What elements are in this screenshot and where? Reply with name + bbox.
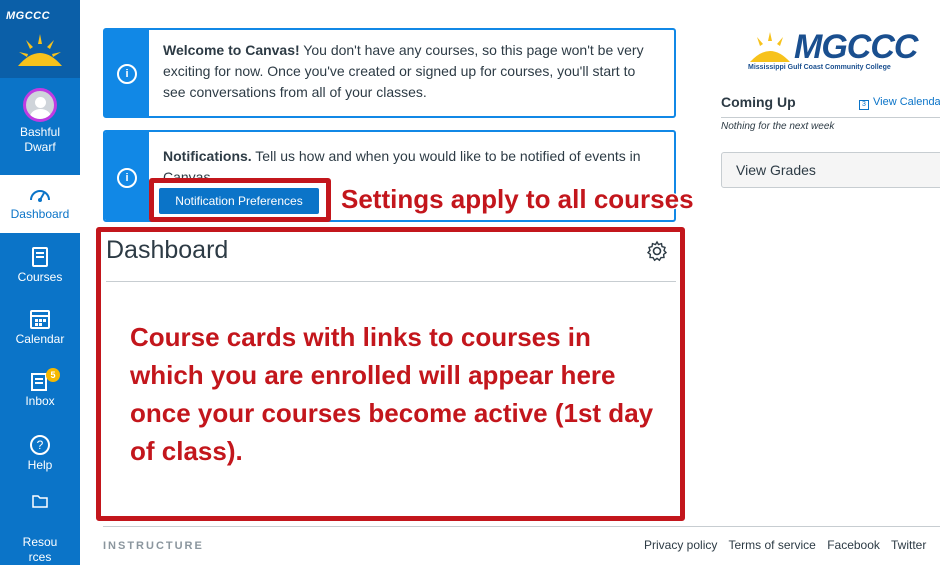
sun-logo-icon	[750, 32, 790, 62]
help-icon: ?	[30, 435, 50, 455]
footer-divider	[103, 526, 940, 527]
global-nav: MGCCC Bashful Dwarf Dashboard Courses Ca…	[0, 0, 80, 565]
annotation-settings: Settings apply to all courses	[341, 184, 694, 214]
sidebar-item-label-line1: Resou	[22, 535, 58, 549]
sidebar-item-dashboard[interactable]: Dashboard	[0, 175, 80, 233]
sidebar-item-resources[interactable]: Resou rces	[0, 535, 80, 565]
privacy-policy-link[interactable]: Privacy policy	[644, 538, 717, 552]
divider	[721, 117, 940, 118]
sidebar-item-inbox[interactable]: 5 Inbox	[0, 368, 80, 418]
dashboard-icon	[30, 190, 50, 202]
folder-icon	[32, 495, 48, 508]
book-icon	[32, 247, 48, 267]
avatar	[23, 88, 57, 122]
account-name-line2: Dwarf	[24, 140, 56, 154]
sidebar-item-label: Help	[27, 458, 53, 472]
annotation-cards: Course cards with links to courses in wh…	[130, 322, 654, 466]
welcome-message: Welcome to Canvas! You don't have any co…	[163, 40, 660, 103]
alert-stripe: i	[105, 30, 149, 116]
sidebar-item-label: Inbox	[25, 394, 55, 408]
coming-up-empty: Nothing for the next week	[721, 121, 835, 132]
unread-badge: 5	[46, 368, 60, 382]
sidebar-item-account[interactable]: Bashful Dwarf	[0, 88, 80, 168]
sidebar-item-calendar[interactable]: Calendar	[0, 308, 80, 356]
sidebar-item-label: Calendar	[15, 332, 65, 346]
footer-links: Privacy policy Terms of service Facebook…	[644, 538, 934, 552]
college-brand-logo: MGCCC Mississippi Gulf Coast Community C…	[746, 28, 940, 78]
view-calendar-label: View Calendar	[873, 96, 940, 108]
annotation-box-settings	[149, 178, 331, 222]
terms-of-service-link[interactable]: Terms of service	[728, 538, 815, 552]
twitter-link[interactable]: Twitter	[891, 538, 926, 552]
welcome-title: Welcome to Canvas!	[163, 42, 300, 58]
coming-up-heading: Coming Up	[721, 94, 796, 110]
facebook-link[interactable]: Facebook	[827, 538, 880, 552]
alert-stripe: i	[105, 132, 149, 220]
calendar-icon: 3	[859, 100, 869, 110]
sidebar-item-label: Dashboard	[10, 207, 70, 221]
sidebar-item-help[interactable]: ? Help	[0, 434, 80, 482]
view-calendar-link[interactable]: 3 View Calendar	[859, 96, 940, 110]
sidebar-item-courses[interactable]: Courses	[0, 246, 80, 294]
view-grades-button[interactable]: View Grades	[721, 152, 940, 188]
sidebar-item-label: Courses	[17, 270, 63, 284]
account-name-line1: Bashful	[19, 125, 61, 139]
sun-logo-icon	[18, 34, 62, 66]
sidebar-item-label-line2: rces	[28, 550, 52, 564]
svg-text:?: ?	[37, 438, 44, 452]
brand-name: MGCCC	[794, 28, 918, 66]
instructure-logo[interactable]: INSTRUCTURE	[103, 540, 204, 552]
calendar-icon	[30, 310, 50, 329]
info-icon: i	[117, 64, 137, 84]
brand-subtitle: Mississippi Gulf Coast Community College	[748, 64, 891, 71]
notifications-title: Notifications.	[163, 148, 252, 164]
welcome-alert: i Welcome to Canvas! You don't have any …	[103, 28, 676, 118]
logo-text: MGCCC	[6, 10, 51, 22]
info-icon: i	[117, 168, 137, 188]
sidebar-item-folder[interactable]	[0, 494, 80, 514]
school-logo[interactable]: MGCCC	[0, 0, 80, 78]
